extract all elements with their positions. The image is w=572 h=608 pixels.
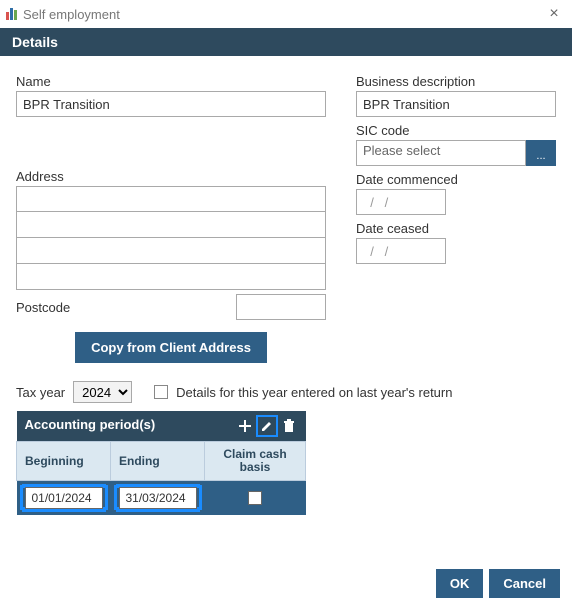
edit-period-icon[interactable] — [258, 417, 276, 435]
name-input[interactable] — [16, 91, 326, 117]
tax-year-label: Tax year — [16, 385, 65, 400]
app-logo-icon — [6, 8, 17, 20]
add-period-icon[interactable] — [236, 417, 254, 435]
sic-code-browse-button[interactable]: ... — [526, 140, 556, 166]
date-commenced-label: Date commenced — [356, 172, 556, 187]
copy-from-client-address-button[interactable]: Copy from Client Address — [75, 332, 267, 363]
accounting-periods-table: Accounting period(s) Beginning Ending Cl… — [16, 411, 306, 515]
business-description-label: Business description — [356, 74, 556, 89]
date-ceased-input[interactable] — [356, 238, 446, 264]
details-last-year-checkbox[interactable] — [154, 385, 168, 399]
address-line-2[interactable] — [16, 212, 326, 238]
postcode-label: Postcode — [16, 300, 236, 315]
sic-code-select[interactable]: Please select — [356, 140, 526, 166]
window-title: Self employment — [23, 7, 542, 22]
delete-period-icon[interactable] — [280, 417, 298, 435]
col-ending: Ending — [111, 442, 205, 481]
sic-code-label: SIC code — [356, 123, 556, 138]
address-label: Address — [16, 169, 326, 184]
close-icon[interactable]: × — [542, 5, 566, 23]
claim-cash-basis-checkbox[interactable] — [248, 491, 262, 505]
ending-cell[interactable]: 31/03/2024 — [119, 487, 197, 509]
title-bar: Self employment × — [0, 0, 572, 28]
col-claim-cash-basis: Claim cash basis — [205, 442, 306, 481]
address-line-4[interactable] — [16, 264, 326, 290]
address-line-3[interactable] — [16, 238, 326, 264]
ok-button[interactable]: OK — [436, 569, 484, 598]
postcode-input[interactable] — [236, 294, 326, 320]
beginning-cell[interactable]: 01/01/2024 — [25, 487, 103, 509]
details-heading: Details — [0, 28, 572, 56]
col-beginning: Beginning — [17, 442, 111, 481]
details-last-year-label: Details for this year entered on last ye… — [176, 385, 452, 400]
address-line-1[interactable] — [16, 186, 326, 212]
table-row[interactable]: 01/01/2024 31/03/2024 — [17, 481, 306, 516]
cancel-button[interactable]: Cancel — [489, 569, 560, 598]
date-commenced-input[interactable] — [356, 189, 446, 215]
business-description-input[interactable] — [356, 91, 556, 117]
date-ceased-label: Date ceased — [356, 221, 556, 236]
name-label: Name — [16, 74, 326, 89]
accounting-periods-heading: Accounting period(s) — [25, 417, 156, 432]
tax-year-select[interactable]: 2024 — [73, 381, 132, 403]
